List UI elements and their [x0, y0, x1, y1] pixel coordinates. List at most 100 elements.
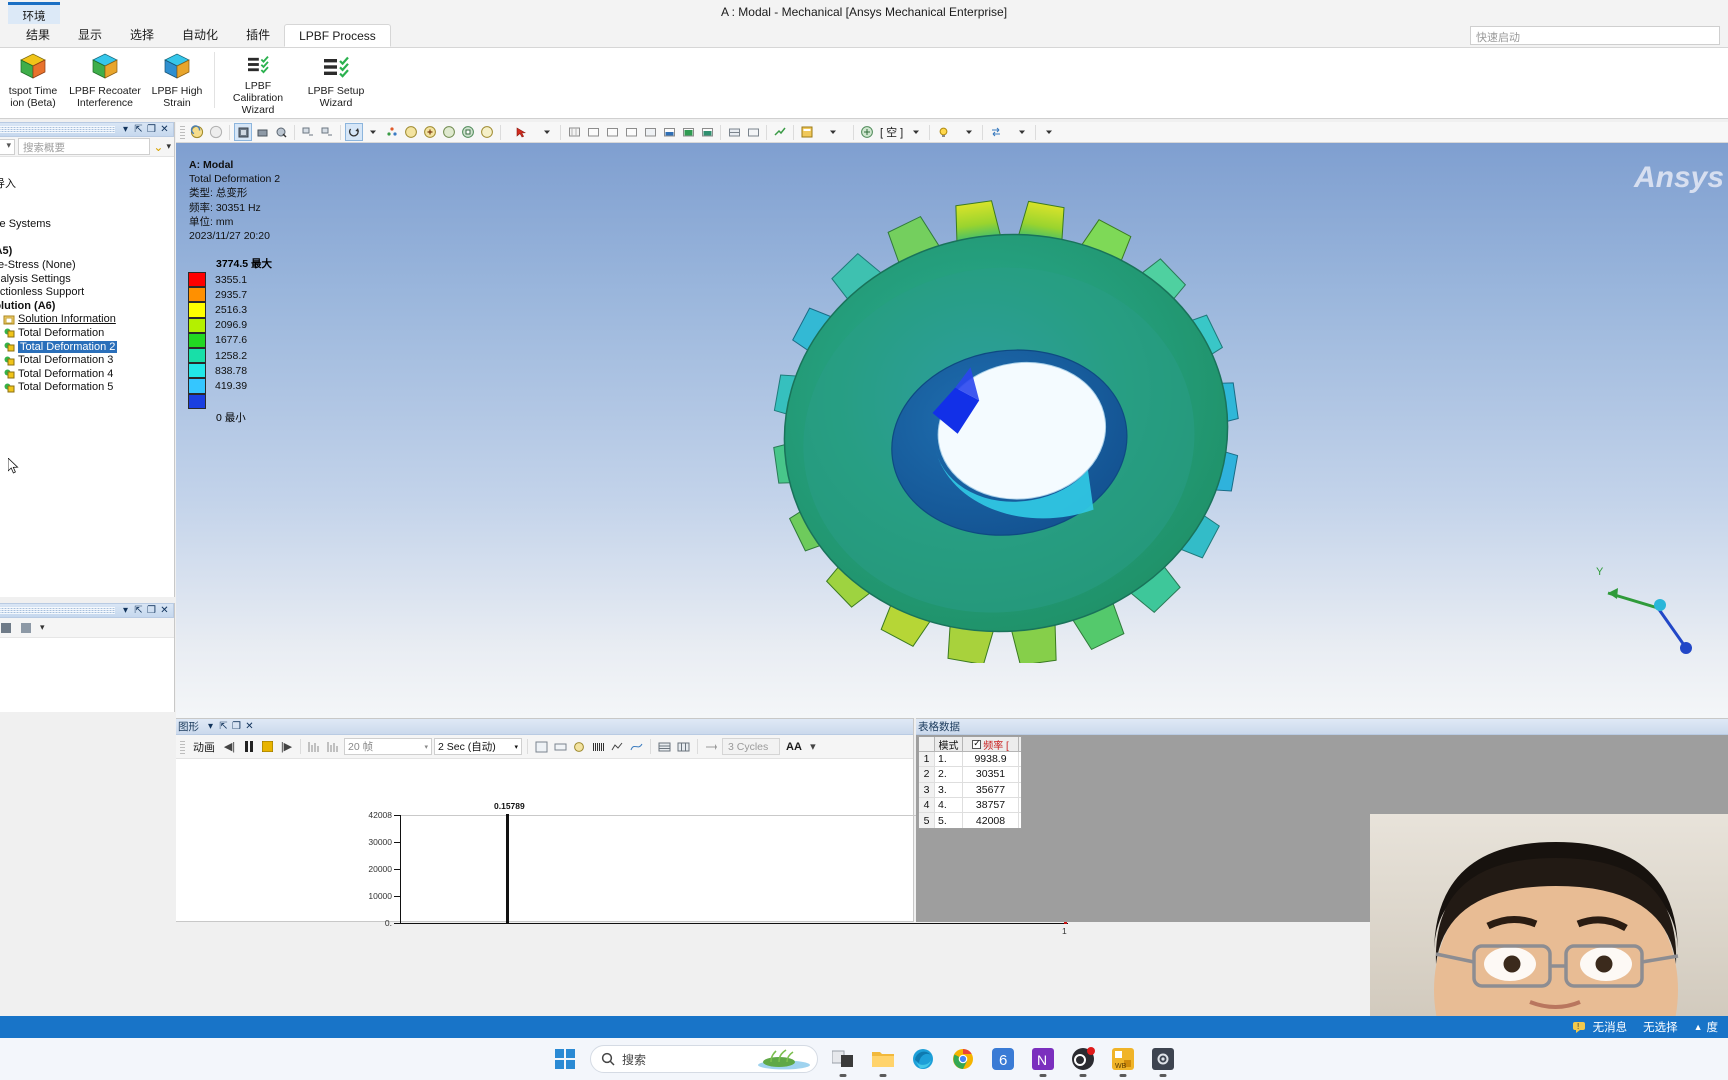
- redo-icon[interactable]: [207, 123, 225, 141]
- maximize-icon[interactable]: ❐: [145, 124, 158, 135]
- tree-item-solution-a6[interactable]: Solution (A6): [0, 299, 174, 313]
- line-chart-icon[interactable]: [609, 738, 626, 755]
- status-selection-label[interactable]: 无选择: [1643, 1019, 1678, 1035]
- tree-item-geometry[interactable]: metry: [0, 190, 174, 204]
- tree-item-a4[interactable]: A4): [0, 163, 174, 177]
- select-box-icon[interactable]: [234, 123, 252, 141]
- select-sweep-icon[interactable]: [253, 123, 271, 141]
- stop-icon[interactable]: [259, 738, 276, 755]
- cursor-bar[interactable]: [506, 814, 509, 924]
- chevron-down-icon[interactable]: ▾: [808, 738, 818, 755]
- tree-item-total-deformation-3[interactable]: – ✓ Total Deformation 3: [0, 353, 174, 367]
- frequency-checkbox[interactable]: [972, 738, 982, 749]
- table-row[interactable]: 5 5. 42008: [919, 813, 1021, 829]
- chevron-down-icon[interactable]: [907, 123, 925, 141]
- environment-tab[interactable]: 环境: [8, 2, 60, 26]
- tab-results[interactable]: 结果: [12, 24, 64, 47]
- file-explorer-icon[interactable]: [868, 1044, 898, 1077]
- task-view-icon[interactable]: [828, 1044, 858, 1077]
- tree-item-total-deformation-4[interactable]: – ✓ Total Deformation 4: [0, 367, 174, 381]
- cycles-field[interactable]: 3 Cycles: [722, 738, 780, 755]
- more-options-icon[interactable]: ▾: [166, 141, 171, 152]
- wireframe-icon[interactable]: [725, 123, 743, 141]
- table-row[interactable]: 1 1. 9938.9: [919, 752, 1021, 768]
- tree-item-total-deformation-5[interactable]: ✓ Total Deformation 5: [0, 381, 174, 395]
- toolbar-grip[interactable]: [180, 125, 185, 139]
- outline-filter-dropdown[interactable]: ▾: [0, 138, 15, 155]
- tree-item-frictionless-support[interactable]: Frictionless Support: [0, 285, 174, 299]
- status-units[interactable]: ▲ 度: [1694, 1019, 1718, 1035]
- rotate-icon[interactable]: [345, 123, 363, 141]
- tree-item-materials[interactable]: 4: [0, 204, 174, 218]
- table-view-alt-icon[interactable]: [675, 738, 692, 755]
- table-row[interactable]: 3 3. 35677: [919, 782, 1021, 798]
- view-3-icon[interactable]: [622, 123, 640, 141]
- more-icon[interactable]: [1040, 123, 1058, 141]
- pin-icon[interactable]: ⇱: [132, 605, 145, 616]
- zoom-icon[interactable]: [402, 123, 420, 141]
- ribbon-button-lpbf-high-strain[interactable]: LPBF High Strain: [144, 48, 210, 116]
- chevron-down-icon[interactable]: [364, 123, 382, 141]
- frequency-table[interactable]: 模式 频率 [ 1 1. 9938.9 2 2. 30351 3 3. 3567…: [918, 736, 1022, 830]
- tree-item-structural-import[interactable]: 结构导入: [0, 177, 174, 190]
- skip-start-icon[interactable]: ◀|: [221, 738, 238, 755]
- magnify-icon[interactable]: [478, 123, 496, 141]
- chevron-down-icon[interactable]: [1013, 123, 1031, 141]
- settings-icon[interactable]: [1148, 1044, 1178, 1077]
- taskbar-search[interactable]: 搜索: [590, 1045, 818, 1073]
- graphics-annotation-icon[interactable]: [299, 123, 317, 141]
- view-2-icon[interactable]: [603, 123, 621, 141]
- distribute-bars-alt-icon[interactable]: [325, 738, 342, 755]
- table-row[interactable]: 2 2. 30351: [919, 767, 1021, 783]
- curve-icon[interactable]: [628, 738, 645, 755]
- edge-icon[interactable]: [908, 1044, 938, 1074]
- zoom-in-icon[interactable]: [421, 123, 439, 141]
- distribute-bars-icon[interactable]: [306, 738, 323, 755]
- pin-icon[interactable]: ⇱: [132, 124, 145, 135]
- tab-display[interactable]: 显示: [64, 24, 116, 47]
- pan-icon[interactable]: [383, 123, 401, 141]
- close-icon[interactable]: ✕: [158, 605, 171, 616]
- table-row[interactable]: 4 4. 38757: [919, 797, 1021, 814]
- zoom-fit-icon[interactable]: [440, 123, 458, 141]
- cycles-icon[interactable]: [703, 738, 720, 755]
- toolbar-label-extend[interactable]: [ 空 ]: [877, 124, 906, 140]
- obs-icon[interactable]: [1068, 1044, 1098, 1077]
- tree-item-pre-stress[interactable]: Pre-Stress (None): [0, 258, 174, 272]
- tree-item-solution-information[interactable]: – ✓ Solution Information: [0, 313, 174, 327]
- view-front-icon[interactable]: [565, 123, 583, 141]
- gear-model-geometry[interactable]: [616, 143, 1396, 663]
- tree-item-modal-a5[interactable]: dal (A5): [0, 245, 174, 259]
- table-view-icon[interactable]: [656, 738, 673, 755]
- column-header-frequency[interactable]: 频率 [: [963, 737, 1019, 752]
- zoom-graph-icon[interactable]: [571, 738, 588, 755]
- select-mode-icon[interactable]: [512, 123, 530, 141]
- toolbar-grip[interactable]: [180, 739, 185, 754]
- windows-start-icon[interactable]: [550, 1044, 580, 1074]
- view-4-icon[interactable]: [641, 123, 659, 141]
- frames-dropdown[interactable]: 20 帧 ▾: [344, 738, 432, 755]
- axis-triad-icon[interactable]: Y: [1596, 553, 1706, 663]
- chevron-down-icon[interactable]: ▾: [119, 605, 132, 616]
- view-7-icon[interactable]: [698, 123, 716, 141]
- edges-icon[interactable]: [744, 123, 762, 141]
- app-6-icon[interactable]: 6: [988, 1044, 1018, 1074]
- tree-item-mesh[interactable]: h: [0, 231, 174, 245]
- export-animation-icon[interactable]: [533, 738, 550, 755]
- maximize-icon[interactable]: ❐: [230, 721, 243, 732]
- ribbon-button-lpbf-calibration-wizard[interactable]: LPBF Calibration Wizard: [219, 48, 297, 116]
- duration-dropdown[interactable]: 2 Sec (自动) ▾: [434, 738, 522, 755]
- select-paint-icon[interactable]: [272, 123, 290, 141]
- tab-addins[interactable]: 插件: [232, 24, 284, 47]
- tree-item-total-deformation-2[interactable]: – ✓ Total Deformation 2: [0, 340, 174, 354]
- clipboard-icon[interactable]: [798, 123, 816, 141]
- chevron-down-icon[interactable]: ▾: [40, 622, 45, 633]
- graphics-viewport[interactable]: A: Modal Total Deformation 2 类型: 总变形 频率:…: [176, 143, 1728, 718]
- chrome-icon[interactable]: [948, 1044, 978, 1074]
- quick-launch-input[interactable]: 快速启动: [1470, 26, 1720, 45]
- close-icon[interactable]: ✕: [158, 124, 171, 135]
- view-5-icon[interactable]: [660, 123, 678, 141]
- tree-item-total-deformation[interactable]: – ✓ Total Deformation: [0, 326, 174, 340]
- chevron-down-icon[interactable]: [824, 123, 842, 141]
- close-icon[interactable]: ✕: [243, 721, 256, 732]
